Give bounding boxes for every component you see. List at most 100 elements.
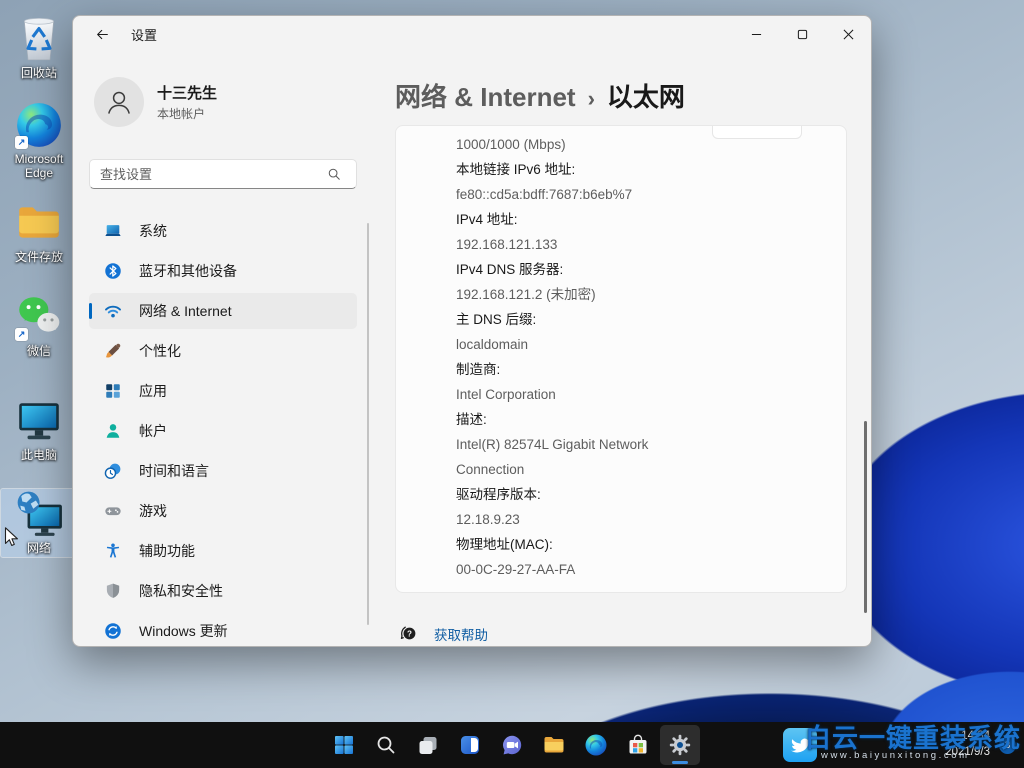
maximize-icon (797, 29, 808, 40)
close-button[interactable] (825, 16, 871, 52)
wifi-icon (104, 302, 122, 320)
detail-value: Intel Corporation (456, 382, 691, 407)
minimize-button[interactable] (733, 16, 779, 52)
detail-value: 1000/1000 (Mbps) (456, 132, 691, 157)
edge-icon (584, 733, 608, 757)
back-button[interactable] (85, 20, 119, 48)
taskbar-search-button[interactable] (366, 725, 406, 765)
avatar (94, 77, 144, 127)
sidebar-item-time-language[interactable]: 时间和语言 (89, 453, 357, 489)
sidebar-item-system[interactable]: 系统 (89, 213, 357, 249)
sidebar-item-personalization[interactable]: 个性化 (89, 333, 357, 369)
search-icon (374, 733, 398, 757)
ethernet-properties-card: 1000/1000 (Mbps)本地链接 IPv6 地址:fe80::cd5a:… (395, 125, 847, 593)
system-icon (104, 222, 122, 240)
twitter-tray-icon[interactable] (783, 728, 817, 762)
sidebar-item-label: Windows 更新 (139, 621, 228, 641)
detail-value: 12.18.9.23 (456, 507, 691, 532)
sidebar-item-windows-update[interactable]: Windows 更新 (89, 613, 357, 647)
search-icon (327, 167, 341, 181)
this-pc-icon (14, 396, 64, 446)
detail-value: 00-0C-29-27-AA-FA (456, 557, 691, 582)
taskbar-edge-button[interactable] (576, 725, 616, 765)
privacy-icon (104, 582, 122, 600)
widgets-icon (458, 733, 482, 757)
page-title: 以太网 (607, 77, 685, 114)
taskbar-widgets-button[interactable] (450, 725, 490, 765)
titlebar[interactable]: 设置 (73, 16, 871, 52)
clock[interactable]: 14:34 2021/9/3 (945, 729, 990, 760)
sidebar-item-label: 网络 & Internet (139, 301, 232, 321)
desktop-icon-recycle-bin[interactable]: 回收站 (1, 14, 77, 80)
get-help-row[interactable]: ? 获取帮助 (398, 623, 871, 644)
desktop-icon-edge[interactable]: ↗ Microsoft Edge (1, 100, 77, 181)
taskbar: 14:34 2021/9/3 3 (0, 722, 1024, 768)
desktop-icon-label: 此电脑 (21, 448, 57, 462)
close-icon (843, 29, 854, 40)
desktop-icon-this-pc[interactable]: 此电脑 (1, 396, 77, 462)
desktop-icon-label: 微信 (27, 344, 51, 358)
taskbar-settings-button[interactable] (660, 725, 700, 765)
copy-button[interactable] (712, 126, 802, 139)
bluetooth-icon (104, 262, 122, 280)
file-explorer-icon (542, 733, 566, 757)
detail-value: localdomain (456, 332, 691, 357)
profile-name: 十三先生 (157, 82, 217, 103)
taskbar-chat-button[interactable] (492, 725, 532, 765)
back-arrow-icon (95, 27, 110, 42)
settings-icon (668, 733, 692, 757)
detail-label: IPv4 地址: (456, 207, 830, 232)
window-controls (733, 16, 871, 52)
breadcrumb: 网络 & Internet › 以太网 (395, 77, 871, 114)
maximize-button[interactable] (779, 16, 825, 52)
mouse-cursor (0, 526, 22, 548)
detail-value: 192.168.121.133 (456, 232, 691, 257)
sidebar-item-gaming[interactable]: 游戏 (89, 493, 357, 529)
taskbar-start-button[interactable] (324, 725, 364, 765)
start-icon (332, 733, 356, 757)
sidebar-item-label: 隐私和安全性 (139, 581, 223, 601)
taskbar-task-view-button[interactable] (408, 725, 448, 765)
page-scrollbar[interactable] (864, 421, 867, 613)
sidebar-item-label: 帐户 (139, 421, 167, 441)
detail-value: 192.168.121.2 (未加密) (456, 282, 691, 307)
folder-icon (14, 198, 64, 248)
wechat-icon: ↗ (14, 292, 64, 342)
profile[interactable]: 十三先生 本地帐户 (94, 77, 369, 127)
sidebar-item-wifi[interactable]: 网络 & Internet (89, 293, 357, 329)
svg-text:?: ? (407, 630, 412, 639)
sidebar-item-privacy[interactable]: 隐私和安全性 (89, 573, 357, 609)
taskbar-file-explorer-button[interactable] (534, 725, 574, 765)
desktop-icon-label: Microsoft Edge (1, 152, 77, 181)
time-language-icon (104, 462, 122, 480)
help-icon: ? (398, 623, 419, 644)
breadcrumb-separator-icon: › (588, 86, 595, 112)
system-tray: 14:34 2021/9/3 3 (783, 722, 1016, 768)
shortcut-arrow-icon: ↗ (15, 328, 28, 341)
desktop-icon-wechat[interactable]: ↗ 微信 (1, 292, 77, 358)
apps-icon (104, 382, 122, 400)
search-input[interactable] (89, 159, 357, 189)
sidebar-item-accounts[interactable]: 帐户 (89, 413, 357, 449)
taskbar-store-button[interactable] (618, 725, 658, 765)
desktop-icon-folder[interactable]: 文件存放 (1, 198, 77, 264)
detail-label: 主 DNS 后缀: (456, 307, 830, 332)
sidebar-item-accessibility[interactable]: 辅助功能 (89, 533, 357, 569)
task-view-icon (416, 733, 440, 757)
sidebar-item-apps[interactable]: 应用 (89, 373, 357, 409)
detail-label: IPv4 DNS 服务器: (456, 257, 830, 282)
notification-badge[interactable]: 3 (999, 737, 1016, 754)
sidebar-item-bluetooth[interactable]: 蓝牙和其他设备 (89, 253, 357, 289)
sidebar-item-label: 时间和语言 (139, 461, 209, 481)
get-help-link[interactable]: 获取帮助 (434, 624, 488, 644)
breadcrumb-parent[interactable]: 网络 & Internet (395, 77, 576, 114)
shortcut-arrow-icon: ↗ (15, 136, 28, 149)
details-list: 1000/1000 (Mbps)本地链接 IPv6 地址:fe80::cd5a:… (456, 132, 830, 582)
desktop-icon-label: 文件存放 (15, 250, 63, 264)
chat-icon (500, 733, 524, 757)
person-icon (102, 85, 136, 119)
clock-time: 14:34 (945, 729, 990, 745)
sidebar-item-label: 应用 (139, 381, 167, 401)
sidebar-item-label: 个性化 (139, 341, 181, 361)
gaming-icon (104, 502, 122, 520)
